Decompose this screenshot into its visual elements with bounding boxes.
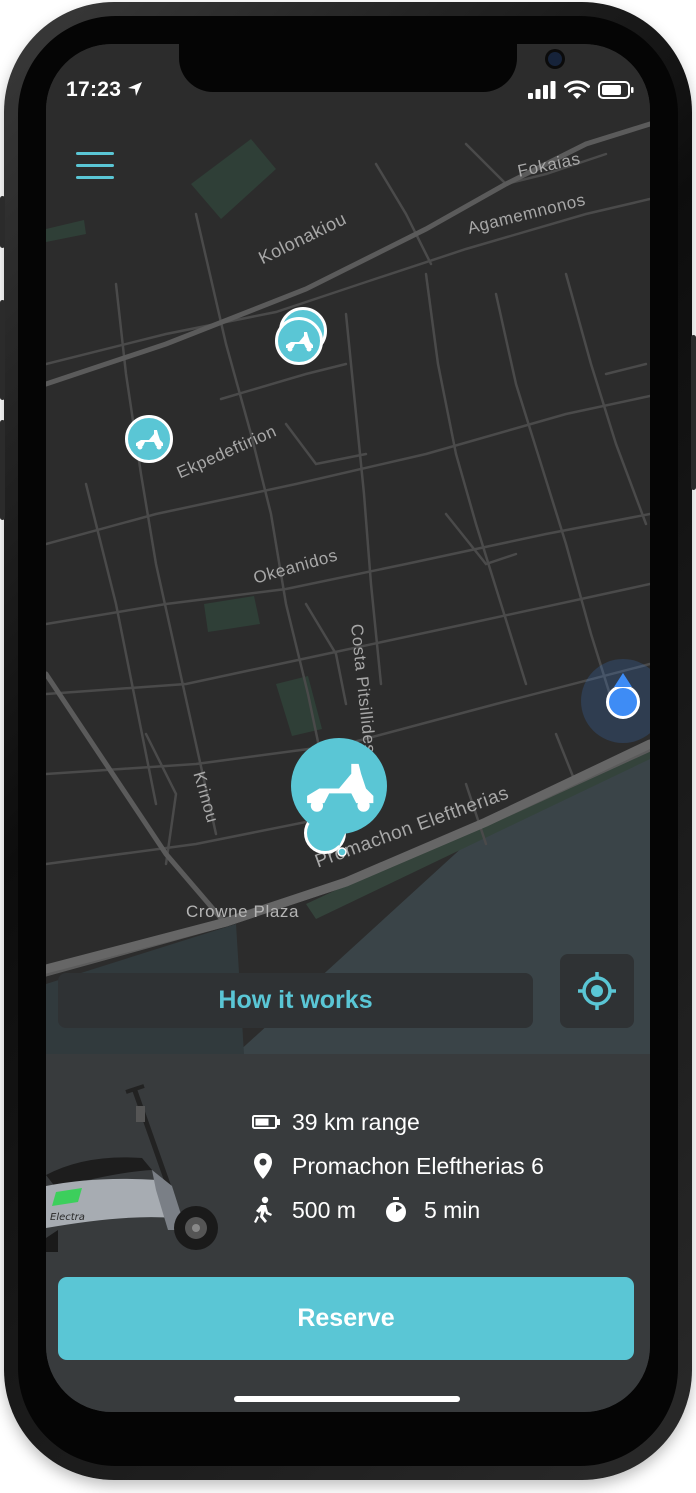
crosshair-icon	[578, 972, 616, 1010]
walking-icon	[254, 1196, 272, 1223]
map-pin-icon	[254, 1153, 272, 1179]
eta-row: 500 m 5 min	[252, 1196, 480, 1224]
wifi-icon	[564, 80, 590, 99]
battery-range-icon	[252, 1115, 280, 1129]
location-arrow-icon	[128, 82, 143, 96]
reserve-button[interactable]: Reserve	[58, 1277, 634, 1360]
home-indicator[interactable]	[234, 1396, 460, 1402]
volume-up-button	[0, 300, 5, 400]
volume-down-button	[0, 420, 5, 520]
user-location-dot	[606, 685, 640, 719]
svg-text:Electra: Electra	[50, 1212, 85, 1223]
battery-icon	[598, 80, 634, 99]
scooter-pin[interactable]	[125, 415, 173, 463]
scooter-icon	[286, 332, 313, 352]
mute-switch	[0, 196, 5, 248]
status-indicators	[528, 80, 634, 99]
scooter-icon	[136, 430, 163, 450]
selected-scooter-pin[interactable]	[291, 738, 387, 834]
address-text: Promachon Eleftherias 6	[292, 1152, 544, 1179]
poi-label-crowne-plaza: Crowne Plaza	[186, 902, 300, 921]
recenter-location-button[interactable]	[560, 954, 634, 1028]
status-time: 17:23	[66, 78, 143, 102]
how-it-works-button[interactable]: How it works	[58, 973, 533, 1028]
app-screen: Kolonakiou Fokaias Agamemnonos Ekpedefti…	[46, 44, 650, 1412]
front-camera	[548, 52, 562, 66]
cellular-signal-icon	[528, 80, 556, 99]
address-row: Promachon Eleftherias 6	[252, 1152, 544, 1180]
heading-arrow-icon	[614, 673, 632, 687]
selected-pin-tail	[328, 824, 350, 857]
range-text: 39 km range	[292, 1108, 420, 1135]
range-row: 39 km range	[252, 1108, 420, 1136]
power-button	[691, 335, 696, 490]
walk-distance-text: 500 m	[292, 1196, 356, 1223]
notch	[179, 44, 562, 92]
walk-time-text: 5 min	[423, 1196, 481, 1223]
menu-icon[interactable]	[76, 152, 114, 180]
scooter-image: Electra	[46, 1084, 218, 1252]
stopwatch-icon	[385, 1197, 406, 1222]
scooter-pin[interactable]	[275, 317, 323, 365]
scooter-icon	[307, 763, 374, 812]
